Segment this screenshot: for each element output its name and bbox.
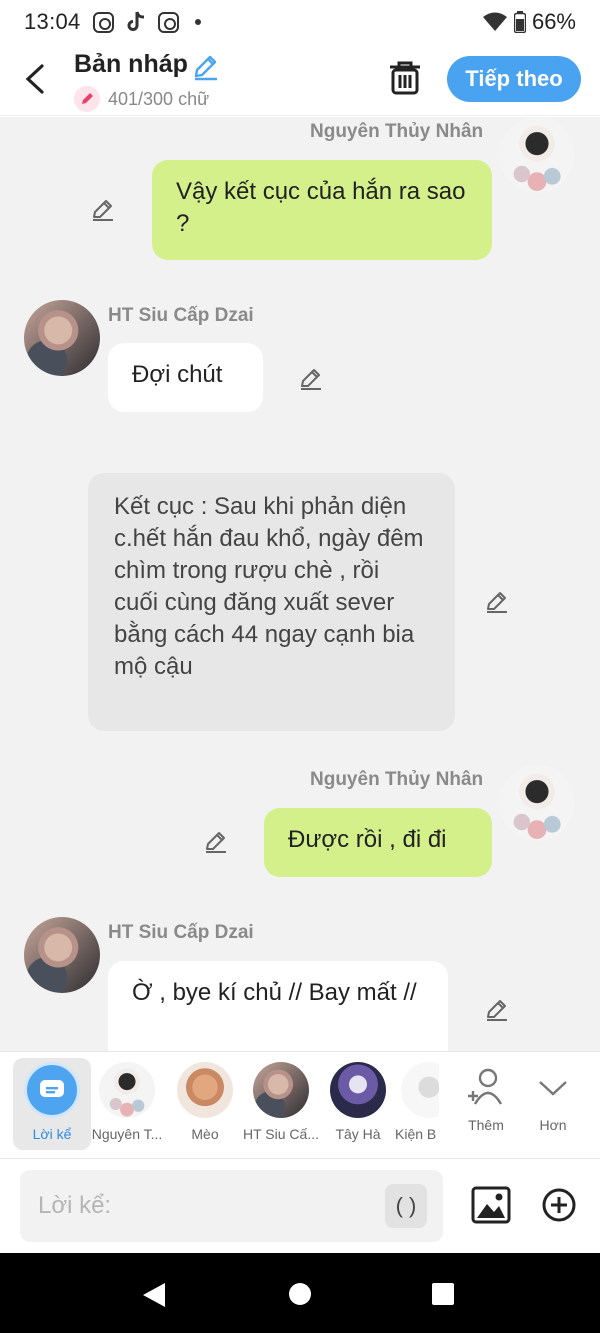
nav-home-icon[interactable] [288, 1282, 312, 1306]
word-count: 401/300 chữ [74, 86, 209, 112]
character-nguyen[interactable]: Nguyên T... [88, 1058, 166, 1150]
instagram-icon [157, 11, 179, 33]
message-bubble[interactable]: Đợi chút [108, 343, 263, 412]
avatar [253, 1062, 309, 1118]
character-meo[interactable]: Mèo [166, 1058, 244, 1150]
character-narration[interactable]: Lời kể [13, 1058, 91, 1150]
message-bubble[interactable]: Vậy kết cục của hắn ra sao ? [152, 160, 492, 260]
more-button[interactable]: Hơn [514, 1058, 592, 1150]
character-label: HT Siu Cấ... [243, 1126, 319, 1142]
status-time: 13:04 [24, 9, 81, 34]
nav-back-icon[interactable] [141, 1281, 167, 1309]
message-bubble[interactable]: Được rồi , đi đi [264, 808, 492, 877]
add-person-icon [468, 1068, 503, 1105]
avatar [99, 1062, 155, 1118]
character-label: Lời kể [32, 1126, 72, 1142]
edit-message-icon[interactable] [90, 197, 116, 223]
parentheses-button[interactable]: ( ) [385, 1184, 427, 1228]
character-selector-bar: Lời kể Nguyên T... Mèo HT Siu Cấ... Tây … [0, 1051, 600, 1159]
system-nav-bar [0, 1253, 600, 1333]
rename-pencil-icon[interactable] [190, 52, 220, 82]
edit-message-icon[interactable] [484, 997, 510, 1023]
narration-input[interactable]: Lời kể: ( ) [20, 1170, 443, 1242]
instagram-icon [92, 11, 114, 33]
avatar [401, 1062, 439, 1118]
avatar[interactable] [499, 117, 575, 193]
sender-name: Nguyên Thủy Nhân [310, 769, 484, 790]
status-bar: 13:04 66% [0, 0, 600, 44]
battery-percent: 66% [531, 9, 576, 34]
edit-message-icon[interactable] [298, 366, 324, 392]
chat-area[interactable]: Nguyên Thủy Nhân Vậy kết cục của hắn ra … [0, 117, 600, 1051]
avatar [177, 1062, 233, 1118]
input-placeholder: Lời kể: [38, 1192, 112, 1219]
avatar[interactable] [24, 300, 100, 376]
character-label: Kiện B [395, 1126, 437, 1142]
composer: Lời kể: ( ) [0, 1160, 600, 1253]
nav-recents-icon[interactable] [431, 1282, 455, 1306]
editor-header: Bản nháp 401/300 chữ Tiếp theo [0, 44, 600, 116]
tiktok-icon [127, 11, 144, 31]
notification-icons [92, 11, 201, 33]
message-bubble[interactable]: Ờ , bye kí chủ // Bay mất // [108, 961, 448, 1051]
chevron-down-icon [539, 1081, 567, 1096]
word-count-text: 401/300 chữ [108, 88, 210, 109]
character-kien[interactable]: Kiện B [395, 1058, 439, 1150]
sender-name: Nguyên Thủy Nhân [310, 121, 484, 142]
character-label: Nguyên T... [91, 1126, 163, 1142]
more-notifications-dot [194, 19, 201, 25]
next-button[interactable]: Tiếp theo [447, 56, 581, 102]
page-title: Bản nháp [74, 50, 188, 78]
avatar[interactable] [499, 765, 575, 841]
narration-icon [24, 1062, 80, 1118]
character-label: Hơn [539, 1117, 567, 1133]
wifi-icon [482, 12, 507, 31]
character-label: Tây Hà [335, 1126, 381, 1142]
image-icon[interactable] [471, 1186, 511, 1224]
edit-message-icon[interactable] [203, 829, 229, 855]
add-circle-icon[interactable] [541, 1187, 577, 1223]
trash-icon[interactable] [388, 60, 422, 96]
character-ht[interactable]: HT Siu Cấ... [242, 1058, 320, 1150]
battery-icon [513, 11, 526, 33]
character-label: Mèo [191, 1126, 219, 1142]
sender-name: HT Siu Cấp Dzai [108, 922, 254, 943]
pen-badge-icon [74, 86, 100, 112]
character-tay-ha[interactable]: Tây Hà [319, 1058, 397, 1150]
avatar[interactable] [24, 917, 100, 993]
edit-message-icon[interactable] [484, 589, 510, 615]
back-arrow-icon[interactable] [22, 62, 50, 96]
sender-name: HT Siu Cấp Dzai [108, 305, 254, 326]
avatar [330, 1062, 386, 1118]
narration-bubble[interactable]: Kết cục : Sau khi phản diện c.hết hắn đa… [88, 473, 455, 731]
